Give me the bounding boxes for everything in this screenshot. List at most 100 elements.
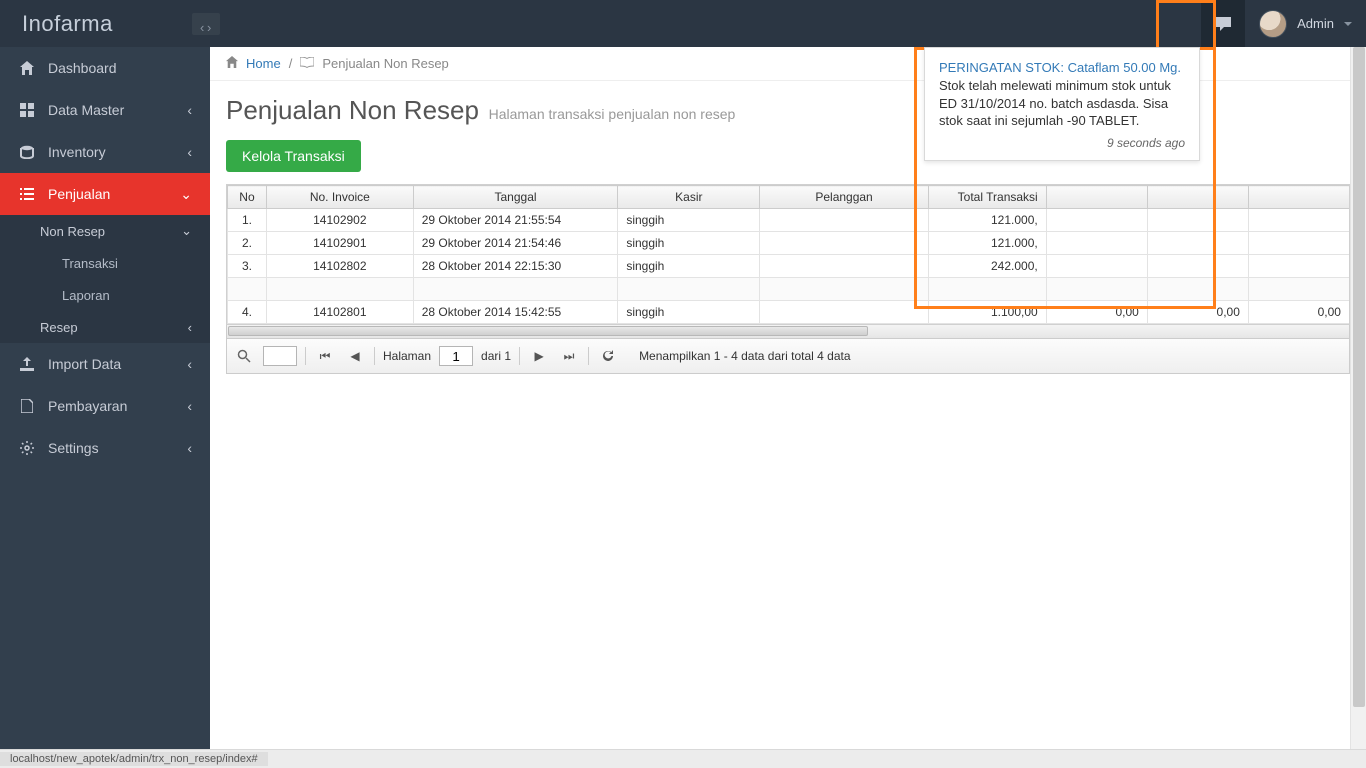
database-icon (18, 145, 36, 159)
list-icon (18, 187, 36, 201)
grid-pager: ⏮ ◀ Halaman dari 1 ▶ ⏭ Menampilkan 1 - 4… (226, 339, 1350, 374)
cell-total (928, 278, 1046, 301)
col-total[interactable]: Total Transaksi (928, 186, 1046, 209)
notification-time: 9 seconds ago (939, 136, 1185, 150)
sidebar-item-label: Pembayaran (48, 398, 127, 414)
cell-invoice: 14102802 (266, 255, 413, 278)
chevron-down-icon: ⌄ (181, 223, 192, 239)
sidebar-item-dashboard[interactable]: Dashboard (0, 47, 210, 89)
navbar-right: Admin (1201, 0, 1366, 47)
cell-pelanggan (760, 209, 928, 232)
cell-c3 (1248, 255, 1349, 278)
vertical-scrollbar[interactable] (1350, 47, 1366, 749)
table-row[interactable]: 3.1410280228 Oktober 2014 22:15:30singgi… (228, 255, 1350, 278)
sidebar-item-label: Inventory (48, 144, 106, 160)
cell-c1: 0,00 (1046, 301, 1147, 324)
cell-total: 242.000, (928, 255, 1046, 278)
cell-tanggal: 29 Oktober 2014 21:55:54 (413, 209, 618, 232)
notifications-button[interactable] (1201, 0, 1245, 47)
cell-c2: 0,00 (1147, 301, 1248, 324)
search-button[interactable] (233, 345, 255, 367)
table-row[interactable]: 1.1410290229 Oktober 2014 21:55:54singgi… (228, 209, 1350, 232)
sidebar-item-label: Settings (48, 440, 99, 456)
pager-separator (305, 347, 306, 365)
cell-c3 (1248, 278, 1349, 301)
last-page-button[interactable]: ⏭ (558, 345, 580, 367)
cell-no: 4. (228, 301, 267, 324)
horizontal-scrollbar[interactable] (226, 325, 1350, 339)
col-extra2[interactable] (1147, 186, 1248, 209)
cell-pelanggan (760, 232, 928, 255)
pager-page-label: Halaman (383, 349, 431, 363)
col-kasir[interactable]: Kasir (618, 186, 760, 209)
breadcrumb-separator: / (289, 56, 293, 71)
sidebar-item-label: Penjualan (48, 186, 110, 202)
cell-invoice: 14102801 (266, 301, 413, 324)
table-row[interactable]: Cataflam 5 (228, 278, 1350, 301)
sidebar-subitem-label: Non Resep (40, 224, 105, 239)
breadcrumb-home-link[interactable]: Home (246, 56, 281, 71)
col-pelanggan[interactable]: Pelanggan (760, 186, 928, 209)
pager-separator (374, 347, 375, 365)
notification-title[interactable]: PERINGATAN STOK: Cataflam 50.00 Mg. (939, 60, 1185, 75)
chevron-down-icon: ⌄ (180, 186, 192, 203)
brand-title: Inofarma (0, 11, 210, 37)
prev-page-button[interactable]: ◀ (344, 345, 366, 367)
book-icon (300, 56, 314, 71)
col-invoice[interactable]: No. Invoice (266, 186, 413, 209)
sidebar-toggle-button[interactable]: ‹ › (192, 13, 220, 35)
pager-of-label: dari 1 (481, 349, 511, 363)
scrollbar-thumb[interactable] (228, 326, 868, 336)
col-extra3[interactable] (1248, 186, 1349, 209)
chevron-left-icon: ‹ (187, 102, 192, 118)
avatar (1259, 10, 1287, 38)
cell-pelanggan (760, 301, 928, 324)
refresh-button[interactable] (597, 345, 619, 367)
col-no[interactable]: No (228, 186, 267, 209)
notification-body: Stok telah melewati minimum stok untuk E… (939, 77, 1185, 130)
sidebar-item-label: Dashboard (48, 60, 117, 76)
sidebar-item-import-data[interactable]: Import Data ‹ (0, 343, 210, 385)
notification-dropdown: PERINGATAN STOK: Cataflam 50.00 Mg. Stok… (924, 47, 1200, 161)
status-url: localhost/new_apotek/admin/trx_non_resep… (0, 752, 268, 766)
cell-total: 1.100,00 (928, 301, 1046, 324)
cell-invoice: 14102902 (266, 209, 413, 232)
kelola-transaksi-button[interactable]: Kelola Transaksi (226, 140, 361, 172)
page-number-input[interactable] (439, 346, 473, 366)
sidebar-item-penjualan[interactable]: Penjualan ⌄ (0, 173, 210, 215)
table-row[interactable]: 2.1410290129 Oktober 2014 21:54:46singgi… (228, 232, 1350, 255)
status-bar: localhost/new_apotek/admin/trx_non_resep… (0, 749, 1366, 768)
search-box[interactable] (263, 346, 297, 366)
cell-invoice (266, 278, 413, 301)
grid-scroll-area[interactable]: No No. Invoice Tanggal Kasir Pelanggan T… (227, 185, 1349, 324)
user-menu[interactable]: Admin (1245, 0, 1366, 47)
sidebar-subitem-label: Resep (40, 320, 78, 335)
cell-c2 (1147, 278, 1248, 301)
home-icon (226, 56, 238, 71)
col-extra1[interactable] (1046, 186, 1147, 209)
chevron-down-icon (1344, 22, 1352, 26)
sidebar-subitem-non-resep[interactable]: Non Resep ⌄ (0, 215, 210, 247)
sidebar-subitem-laporan[interactable]: Laporan (0, 279, 210, 311)
cell-c1 (1046, 278, 1147, 301)
sidebar-item-label: Data Master (48, 102, 124, 118)
cell-c3 (1248, 232, 1349, 255)
sidebar-subitem-transaksi[interactable]: Transaksi (0, 247, 210, 279)
next-page-button[interactable]: ▶ (528, 345, 550, 367)
chevron-left-icon: ‹ (188, 320, 192, 335)
sidebar-item-settings[interactable]: Settings ‹ (0, 427, 210, 469)
cell-c1 (1046, 209, 1147, 232)
sidebar-subitem-resep[interactable]: Resep ‹ (0, 311, 210, 343)
top-navbar: Inofarma ‹ › Admin (0, 0, 1366, 47)
cell-invoice: 14102901 (266, 232, 413, 255)
document-icon (18, 399, 36, 413)
table-row[interactable]: 4.1410280128 Oktober 2014 15:42:55singgi… (228, 301, 1350, 324)
scrollbar-thumb[interactable] (1353, 47, 1365, 707)
col-tanggal[interactable]: Tanggal (413, 186, 618, 209)
first-page-button[interactable]: ⏮ (314, 345, 336, 367)
cell-tanggal: 29 Oktober 2014 21:54:46 (413, 232, 618, 255)
cell-tanggal: 28 Oktober 2014 15:42:55 (413, 301, 618, 324)
sidebar-item-inventory[interactable]: Inventory ‹ (0, 131, 210, 173)
sidebar-item-pembayaran[interactable]: Pembayaran ‹ (0, 385, 210, 427)
sidebar-item-data-master[interactable]: Data Master ‹ (0, 89, 210, 131)
